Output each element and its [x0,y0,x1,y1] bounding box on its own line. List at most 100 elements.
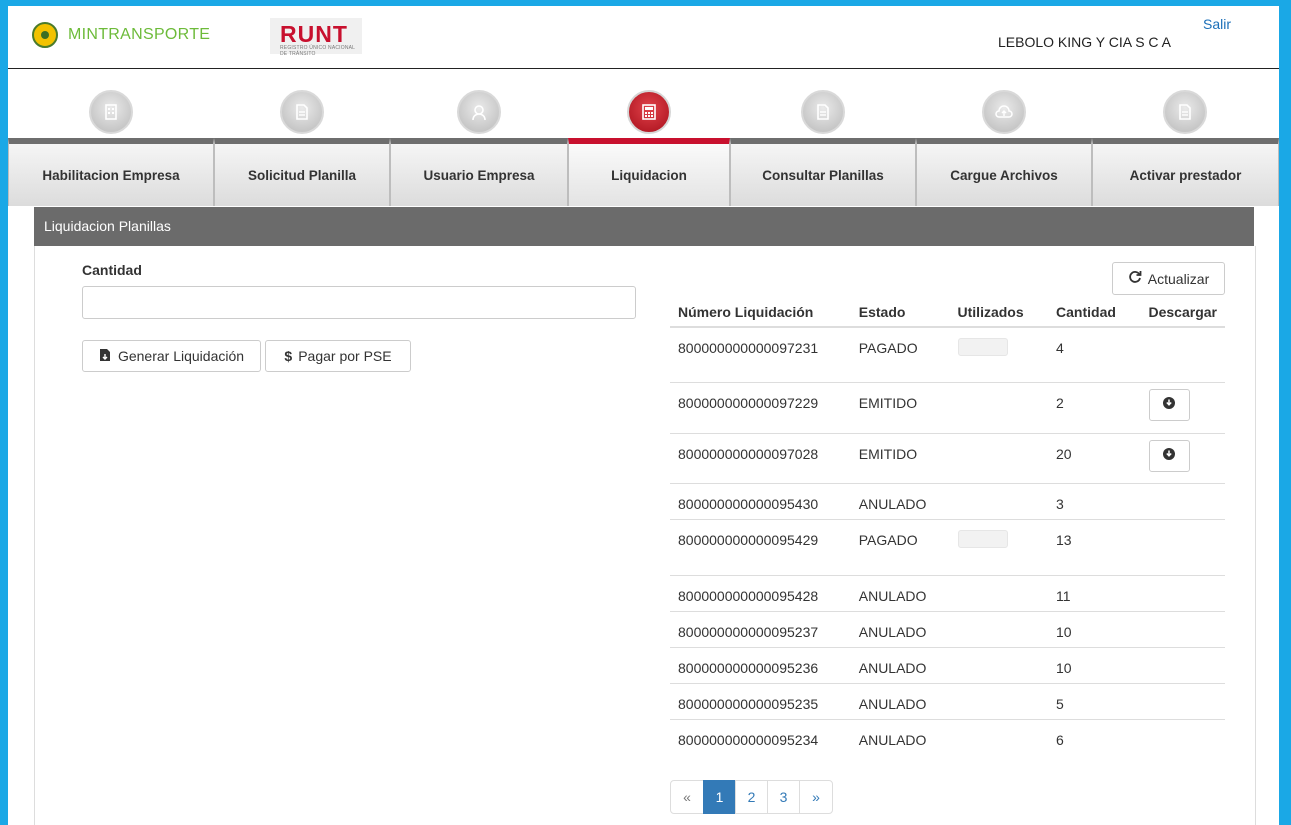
cell-utilizados [949,610,1049,647]
download-button[interactable] [1148,439,1190,472]
cell-estado-text: ANULADO [858,495,927,512]
cell-cantidad-text: 10 [1056,659,1072,676]
cell-estado: ANULADO [850,718,950,755]
cell-estado-text: EMITIDO [858,445,918,462]
pagination-page-1[interactable]: 1 [703,780,736,814]
cell-numero: 800000000000095429 [670,518,851,575]
cell-estado: ANULADO [850,574,950,611]
tab-habilitacion-empresa[interactable]: Habilitacion Empresa [8,70,214,206]
cell-numero-text: 800000000000095234 [678,731,819,748]
cell-descargar [1140,646,1225,683]
cell-cantidad-text: 13 [1056,531,1072,548]
tab-label: Solicitud Planilla [247,168,357,183]
cell-estado: ANULADO [850,646,950,683]
company-name: LEBOLO KING Y CIA S C A [997,34,1171,50]
cell-cantidad: 4 [1048,326,1141,382]
cell-cantidad-text: 11 [1056,587,1071,604]
table-row: 800000000000095429 PAGADO 13 [670,518,1225,575]
tab-label: Usuario Empresa [423,168,535,183]
cell-cantidad-text: 6 [1056,731,1064,748]
tab-activar-prestador[interactable]: Activar prestador [1092,70,1279,206]
table-row: 800000000000097231 PAGADO 4 [670,326,1225,382]
cell-cantidad: 10 [1048,610,1141,647]
tab-usuario-empresa[interactable]: Usuario Empresa [390,70,568,206]
tab-label: Liquidacion [611,168,687,183]
cell-utilizados [949,574,1049,611]
pagination-prev[interactable]: « [670,780,704,814]
tab-label: Habilitacion Empresa [42,168,180,183]
cell-numero-text: 800000000000095428 [678,587,819,604]
cell-utilizados [949,518,1049,575]
cell-cantidad: 5 [1048,682,1141,719]
cell-numero: 800000000000095234 [670,718,851,755]
table-row: 800000000000097028 EMITIDO 20 [670,432,1225,483]
document-icon [801,90,845,134]
cell-descargar [1140,682,1225,719]
tab-label: Cargue Archivos [950,168,1058,183]
ministry-label: MINTRANSPORTE [68,26,211,43]
cell-numero-text: 800000000000095429 [678,531,819,548]
logout-link[interactable]: Salir [1203,16,1231,32]
panel-title: Liquidacion Planillas [44,218,171,234]
refresh-label: Actualizar [1147,270,1210,287]
cell-estado-text: PAGADO [858,531,918,548]
cell-estado-text: ANULADO [858,587,927,604]
tab-cargue-archivos[interactable]: Cargue Archivos [916,70,1092,206]
document-download-icon [99,348,112,365]
cell-numero-text: 800000000000097231 [678,340,819,356]
liquidation-table: Número Liquidación Estado Utilizados Can… [670,298,1225,755]
header-estado: Estado [850,298,950,328]
cell-utilizados [949,326,1049,382]
pay-label: Pagar por PSE [298,348,392,364]
generate-label: Generar Liquidación [117,348,245,364]
tab-liquidacion[interactable]: Liquidacion [568,70,730,206]
tab-solicitud-planilla[interactable]: Solicitud Planilla [214,70,390,206]
cell-utilizados [949,646,1049,683]
cell-cantidad: 6 [1048,718,1141,755]
refresh-button[interactable]: Actualizar [1112,262,1225,295]
pagination-next[interactable]: » [799,780,833,814]
cell-estado: ANULADO [850,682,950,719]
cantidad-input[interactable] [82,286,636,319]
utilizados-progress-bar [957,529,1008,548]
pay-pse-button[interactable]: $ Pagar por PSE [265,340,411,372]
cell-estado: EMITIDO [850,432,950,483]
panel-header: Liquidacion Planillas [34,207,1254,246]
cell-numero-text: 800000000000097229 [678,394,819,411]
cell-cantidad-text: 4 [1056,340,1064,356]
download-button[interactable] [1148,388,1190,421]
table-row: 800000000000095235 ANULADO 5 [670,682,1225,719]
pagination: « 1 2 3 » [670,780,833,814]
header-numero: Número Liquidación [670,298,851,328]
pagination-page-2[interactable]: 2 [735,780,768,814]
cell-cantidad: 20 [1048,432,1141,483]
cell-estado: PAGADO [850,518,950,575]
cell-numero: 800000000000097028 [670,432,851,483]
header-cantidad: Cantidad [1048,298,1141,328]
cell-numero: 800000000000095430 [670,482,851,519]
building-icon [89,90,133,134]
pagination-page-3[interactable]: 3 [767,780,800,814]
cell-estado-text: ANULADO [858,659,927,676]
table-row: 800000000000095430 ANULADO 3 [670,482,1225,519]
table-row: 800000000000095428 ANULADO 11 [670,574,1225,611]
cell-numero: 800000000000095235 [670,682,851,719]
cantidad-label: Cantidad [82,262,142,278]
cell-numero: 800000000000095237 [670,610,851,647]
user-icon [457,90,501,134]
colombia-seal-icon [32,22,58,48]
cell-numero-text: 800000000000095430 [678,495,819,512]
table-row: 800000000000097229 EMITIDO 2 [670,381,1225,433]
cell-descargar [1140,326,1225,382]
generate-liquidation-button[interactable]: Generar Liquidación [82,340,261,372]
document-icon [1163,90,1207,134]
tab-consultar-planillas[interactable]: Consultar Planillas [730,70,916,206]
cell-cantidad-text: 2 [1056,394,1064,411]
cell-estado: PAGADO [850,326,950,382]
runt-tagline: REGISTRO ÚNICO NACIONAL DE TRÁNSITO [280,45,355,57]
cell-descargar [1140,381,1225,433]
mintransporte-logo: MINTRANSPORTE [32,22,210,48]
table-row: 800000000000095236 ANULADO 10 [670,646,1225,683]
download-circle-icon [1162,447,1176,464]
cell-descargar [1140,610,1225,647]
